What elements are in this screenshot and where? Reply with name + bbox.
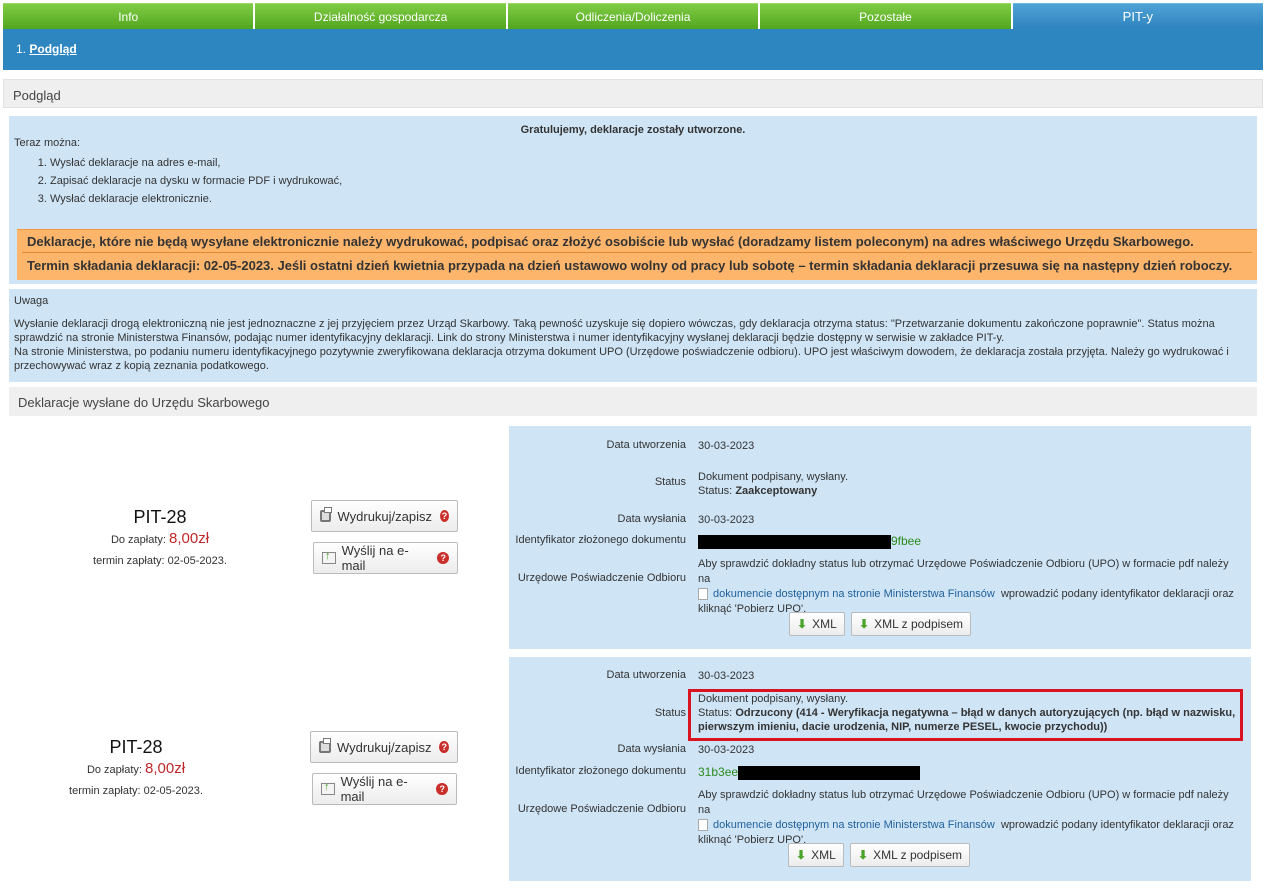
declaration-details: Data utworzenia 30-03-2023 Status Dokume… bbox=[509, 426, 1251, 649]
identifier-value: 9fbee bbox=[891, 534, 922, 548]
document-icon bbox=[698, 588, 708, 601]
notice-paragraph-2: Na stronie Ministerstwa, po podaniu nume… bbox=[14, 346, 1229, 372]
tab-pozostale[interactable]: Pozostałe bbox=[760, 3, 1011, 29]
notice-box: Uwaga Wysłanie deklaracji drogą elektron… bbox=[9, 289, 1257, 382]
redacted-block bbox=[738, 766, 921, 781]
notice-paragraph-1: Wysłanie deklaracji drogą elektroniczną … bbox=[14, 318, 1215, 344]
highlight-box bbox=[688, 689, 1243, 741]
breadcrumb-link-podglad[interactable]: Podgląd bbox=[29, 42, 76, 56]
info-box: Gratulujemy, deklaracje zostały utworzon… bbox=[9, 116, 1257, 284]
download-icon: ⬇ bbox=[859, 617, 870, 631]
download-icon: ⬇ bbox=[796, 848, 807, 862]
upo-text-3: kliknąć 'Pobierz UPO'. bbox=[698, 834, 807, 846]
sent-label: Data wysłania bbox=[617, 743, 686, 755]
due-label: Do zapłaty: bbox=[86, 764, 142, 776]
due-date: termin zapłaty: 02-05-2023. bbox=[93, 555, 227, 567]
download-icon: ⬇ bbox=[858, 848, 869, 862]
xml-signed-button[interactable]: ⬇ XML z podpisem bbox=[850, 843, 970, 867]
due-label: Do zapłaty: bbox=[110, 534, 166, 546]
xml-label: XML bbox=[812, 617, 837, 631]
sub-nav: 1. Podgląd bbox=[3, 29, 1263, 70]
email-button[interactable]: Wyślij na e-mail ? bbox=[313, 542, 458, 574]
xml-signed-label: XML z podpisem bbox=[874, 617, 963, 631]
upo-label: Urzędowe Poświadczenie Odbioru bbox=[517, 572, 686, 584]
redacted-block bbox=[698, 535, 891, 550]
form-name: PIT-28 bbox=[109, 737, 163, 757]
warning-deadline: Termin składania deklaracji: 02-05-2023.… bbox=[27, 258, 1233, 273]
breadcrumb: 1. Podgląd bbox=[16, 42, 77, 56]
created-label: Data utworzenia bbox=[606, 439, 687, 451]
form-name: PIT-28 bbox=[133, 507, 187, 527]
email-label: Wyślij na e-mail bbox=[341, 543, 409, 573]
due-date: termin zapłaty: 02-05-2023. bbox=[69, 785, 203, 797]
printer-icon bbox=[319, 738, 331, 753]
steps-list: Wysłać deklaracje na adres e-mail, Zapis… bbox=[50, 157, 342, 211]
status-value: Zaakceptowany bbox=[735, 485, 818, 497]
upo-text-1: Aby sprawdzić dokładny status lub otrzym… bbox=[698, 558, 1229, 585]
now-label: Teraz można: bbox=[14, 137, 81, 149]
list-item: Zapisać deklaracje na dysku w formacie P… bbox=[50, 175, 342, 193]
divider bbox=[22, 252, 1252, 253]
created-label: Data utworzenia bbox=[606, 669, 687, 681]
help-icon[interactable]: ? bbox=[437, 552, 449, 564]
download-icon: ⬇ bbox=[797, 617, 808, 631]
mf-link[interactable]: dokumencie dostępnym na stronie Minister… bbox=[713, 819, 995, 831]
email-label: Wyślij na e-mail bbox=[340, 774, 408, 804]
document-icon bbox=[698, 819, 708, 832]
print-label: Wydrukuj/zapisz bbox=[337, 508, 433, 524]
send-mail-icon bbox=[322, 550, 336, 564]
mf-link[interactable]: dokumencie dostępnym na stronie Minister… bbox=[713, 588, 995, 600]
email-button[interactable]: Wyślij na e-mail ? bbox=[312, 773, 457, 805]
declaration-summary: PIT-28 Do zapłaty: 8,00zł termin zapłaty… bbox=[36, 737, 236, 797]
help-icon[interactable]: ? bbox=[439, 741, 449, 753]
upo-text-1: Aby sprawdzić dokładny status lub otrzym… bbox=[698, 789, 1229, 816]
warning-print: Deklaracje, które nie będą wysyłane elek… bbox=[27, 234, 1194, 249]
sent-value: 30-03-2023 bbox=[698, 514, 755, 526]
congrats-message: Gratulujemy, deklaracje zostały utworzon… bbox=[520, 124, 746, 136]
sent-value: 30-03-2023 bbox=[698, 744, 755, 756]
tab-odliczenia[interactable]: Odliczenia/Doliczenia bbox=[507, 3, 759, 29]
upo-text-2: wprowadzić podany identyfikator deklarac… bbox=[1000, 819, 1234, 831]
send-mail-icon bbox=[321, 781, 335, 795]
upo-text-2: wprowadzić podany identyfikator deklarac… bbox=[1000, 588, 1234, 600]
tab-dzialalnosc[interactable]: Działalność gospodarcza bbox=[255, 3, 506, 29]
sent-label: Data wysłania bbox=[617, 513, 686, 525]
created-value: 30-03-2023 bbox=[698, 440, 755, 452]
status-label: Status bbox=[654, 707, 686, 719]
xml-button[interactable]: ⬇ XML bbox=[789, 612, 845, 636]
declaration-summary: PIT-28 Do zapłaty: 8,00zł termin zapłaty… bbox=[60, 507, 260, 567]
xml-button[interactable]: ⬇ XML bbox=[788, 843, 844, 867]
xml-signed-label: XML z podpisem bbox=[873, 848, 962, 862]
print-label: Wydrukuj/zapisz bbox=[336, 739, 432, 755]
xml-signed-button[interactable]: ⬇ XML z podpisem bbox=[851, 612, 971, 636]
created-value: 30-03-2023 bbox=[698, 670, 755, 682]
help-icon[interactable]: ? bbox=[436, 783, 448, 795]
tab-info[interactable]: Info bbox=[3, 3, 254, 29]
notice-title: Uwaga bbox=[14, 295, 49, 307]
warning-box: Deklaracje, które nie będą wysyłane elek… bbox=[17, 229, 1257, 280]
identifier-label: Identyfikator złożonego dokumentu bbox=[515, 765, 686, 777]
list-item: Wysłać deklaracje na adres e-mail, bbox=[50, 157, 342, 175]
main-nav: Info Działalność gospodarcza Odliczenia/… bbox=[3, 3, 1264, 29]
help-icon[interactable]: ? bbox=[440, 510, 449, 522]
xml-label: XML bbox=[811, 848, 836, 862]
status-line: Dokument podpisany, wysłany. bbox=[698, 471, 848, 483]
status-prefix: Status: bbox=[698, 485, 733, 497]
status-label: Status bbox=[654, 476, 686, 488]
sent-section-title: Deklaracje wysłane do Urzędu Skarbowego bbox=[9, 387, 1257, 416]
breadcrumb-number: 1. bbox=[16, 42, 27, 56]
upo-label: Urzędowe Poświadczenie Odbioru bbox=[517, 803, 686, 815]
identifier-value: 31b3ee bbox=[698, 765, 739, 779]
amount-due: 8,00zł bbox=[145, 760, 186, 777]
tab-pity[interactable]: PIT-y bbox=[1012, 3, 1264, 29]
print-button[interactable]: Wydrukuj/zapisz ? bbox=[310, 731, 458, 763]
panel-title: Podgląd bbox=[3, 79, 1263, 108]
identifier-label: Identyfikator złożonego dokumentu bbox=[515, 534, 686, 546]
amount-due: 8,00zł bbox=[169, 530, 210, 547]
printer-icon bbox=[320, 507, 333, 522]
list-item: Wysłać deklaracje elektronicznie. bbox=[50, 193, 342, 211]
print-button[interactable]: Wydrukuj/zapisz ? bbox=[311, 500, 458, 532]
